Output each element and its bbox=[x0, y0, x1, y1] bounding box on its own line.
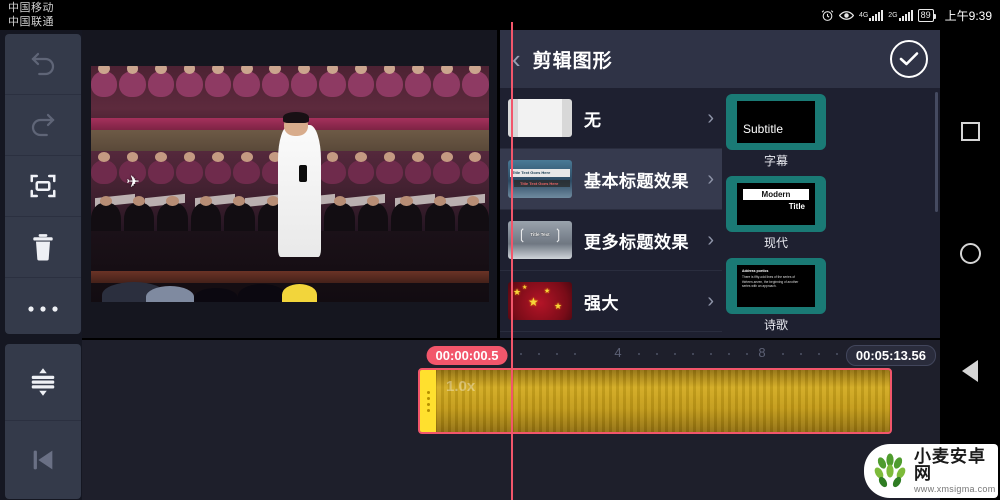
basic-title-thumb: Title Text Goes Here Title Text Goes Her… bbox=[508, 160, 572, 198]
status-bar-right: 4G 2G 89 上午9:39 bbox=[821, 0, 992, 30]
battery-indicator: 89 bbox=[917, 8, 936, 22]
redo-button[interactable] bbox=[5, 95, 81, 156]
template-caption: 现代 bbox=[763, 236, 788, 250]
microphone bbox=[299, 165, 307, 182]
ruler-label: 4 bbox=[614, 345, 622, 360]
template-preview-body: There is fifty-odd lines of the series o… bbox=[742, 275, 799, 289]
eye-icon bbox=[838, 10, 854, 21]
recents-square-icon[interactable] bbox=[940, 108, 1000, 154]
template-cell-modern[interactable]: Modern Title 现代 bbox=[726, 176, 826, 251]
chevron-right-icon: › bbox=[707, 289, 714, 312]
category-row-none[interactable]: 无 › bbox=[500, 88, 722, 149]
yellow-hat bbox=[281, 284, 318, 302]
more-button[interactable] bbox=[5, 278, 81, 334]
clip-graphics-panel: ‹ 剪辑图形 无 › Title Text Goes Here Title Te… bbox=[500, 30, 940, 338]
performer-hair bbox=[283, 112, 309, 123]
category-label: 强大 bbox=[584, 293, 619, 313]
thumb-text-2: Title Text Goes Here bbox=[520, 181, 559, 186]
alarm-clock-icon bbox=[821, 9, 834, 22]
clip-left-handle[interactable] bbox=[420, 370, 436, 432]
grid-scrollbar[interactable] bbox=[935, 92, 938, 212]
template-cell-poem[interactable]: Address poetics There is fifty-odd lines… bbox=[726, 258, 826, 333]
clip-thumbnail-strip bbox=[420, 370, 890, 432]
choir-upper-row bbox=[90, 66, 489, 97]
plane-cursor-icon: ✈ bbox=[126, 173, 140, 191]
template-preview-text: Subtitle bbox=[743, 122, 784, 136]
carrier-1-label: 中国移动 bbox=[8, 2, 54, 14]
wheat-logo-icon bbox=[874, 453, 906, 488]
panel-header: ‹ 剪辑图形 bbox=[500, 30, 940, 88]
left-toolbar-group-secondary bbox=[5, 344, 81, 499]
confirm-button[interactable] bbox=[890, 40, 928, 78]
video-preview[interactable]: ✈ bbox=[82, 30, 497, 338]
category-row-powerful[interactable]: ★ ★ ★ ★ ★ 强大 › bbox=[500, 271, 722, 332]
ruler-label: 8 bbox=[758, 345, 766, 360]
panel-body: 无 › Title Text Goes Here Title Text Goes… bbox=[500, 88, 940, 338]
category-row-more-title[interactable]: ❲ ❳ Title Text 更多标题效果 › bbox=[500, 210, 722, 271]
expand-tracks-button[interactable] bbox=[5, 344, 81, 421]
watermark-site-name: 小麦安卓网 bbox=[914, 447, 986, 483]
watermark: 小麦安卓网 www.xmsigma.com bbox=[864, 444, 998, 498]
left-toolbar-group-primary bbox=[5, 34, 81, 334]
playhead[interactable] bbox=[511, 22, 513, 500]
current-time-badge: 00:00:00.5 bbox=[426, 346, 508, 365]
category-list[interactable]: 无 › Title Text Goes Here Title Text Goes… bbox=[500, 88, 722, 338]
more-title-thumb: ❲ ❳ Title Text bbox=[508, 221, 572, 259]
template-preview-text-bottom: Title bbox=[788, 202, 805, 211]
clip-speed-label: 1.0x bbox=[446, 378, 476, 395]
undo-button[interactable] bbox=[5, 34, 81, 95]
template-grid[interactable]: Subtitle 字幕 Modern Title 现代 Address poet… bbox=[722, 88, 940, 338]
chevron-right-icon: › bbox=[707, 228, 714, 251]
chevron-right-icon: › bbox=[707, 106, 714, 129]
thumb-text-1: Title Text bbox=[530, 232, 550, 237]
app-root: 中国移动 中国联通 4G 2G 89 上午9:39 ✈ ‹ 剪辑图形 无 › T… bbox=[0, 0, 1000, 500]
audience-silhouettes bbox=[91, 250, 489, 302]
powerful-thumb: ★ ★ ★ ★ ★ bbox=[508, 282, 572, 320]
performer-body bbox=[277, 125, 322, 258]
status-bar-clock: 上午9:39 bbox=[944, 8, 992, 23]
signal-2: 2G bbox=[888, 9, 913, 21]
status-bar: 中国移动 中国联通 4G 2G 89 上午9:39 bbox=[0, 0, 1000, 30]
category-label: 基本标题效果 bbox=[584, 171, 689, 191]
category-label: 无 bbox=[584, 110, 602, 130]
template-caption: 诗歌 bbox=[763, 318, 788, 332]
skip-to-start-button[interactable] bbox=[5, 421, 81, 498]
watermark-url: www.xmsigma.com bbox=[914, 484, 996, 494]
carrier-labels: 中国移动 中国联通 bbox=[8, 1, 54, 29]
video-frame: ✈ bbox=[90, 66, 489, 302]
fit-frame-button[interactable] bbox=[5, 156, 81, 217]
home-circle-icon[interactable] bbox=[940, 230, 1000, 276]
android-nav-bar bbox=[940, 30, 1000, 500]
signal-1: 4G bbox=[858, 9, 884, 21]
category-label: 更多标题效果 bbox=[584, 232, 689, 252]
page-title: 剪辑图形 bbox=[532, 50, 613, 72]
video-clip[interactable]: 1.0x bbox=[418, 368, 892, 434]
back-icon[interactable]: ‹ bbox=[512, 46, 521, 72]
delete-button[interactable] bbox=[5, 217, 81, 278]
none-thumb bbox=[508, 99, 572, 137]
network-1-label: 4G bbox=[858, 11, 869, 19]
template-tile[interactable]: Address poetics There is fifty-odd lines… bbox=[726, 258, 826, 314]
category-row-basic-title[interactable]: Title Text Goes Here Title Text Goes Her… bbox=[500, 149, 722, 210]
template-tile[interactable]: Modern Title bbox=[726, 176, 826, 232]
template-caption: 字幕 bbox=[763, 154, 788, 168]
carrier-2-label: 中国联通 bbox=[8, 16, 54, 28]
template-tile[interactable]: Subtitle bbox=[726, 94, 826, 150]
template-preview-title: Address poetics bbox=[742, 269, 769, 273]
network-2-label: 2G bbox=[888, 11, 898, 19]
thumb-text-1: Title Text Goes Here bbox=[512, 170, 551, 175]
template-cell-subtitle[interactable]: Subtitle 字幕 bbox=[726, 94, 826, 169]
template-preview-text-top: Modern bbox=[743, 189, 809, 200]
back-triangle-icon[interactable] bbox=[940, 348, 1000, 394]
total-duration-badge: 00:05:13.56 bbox=[845, 345, 936, 366]
chevron-right-icon: › bbox=[707, 167, 714, 190]
left-toolbar bbox=[0, 30, 82, 500]
